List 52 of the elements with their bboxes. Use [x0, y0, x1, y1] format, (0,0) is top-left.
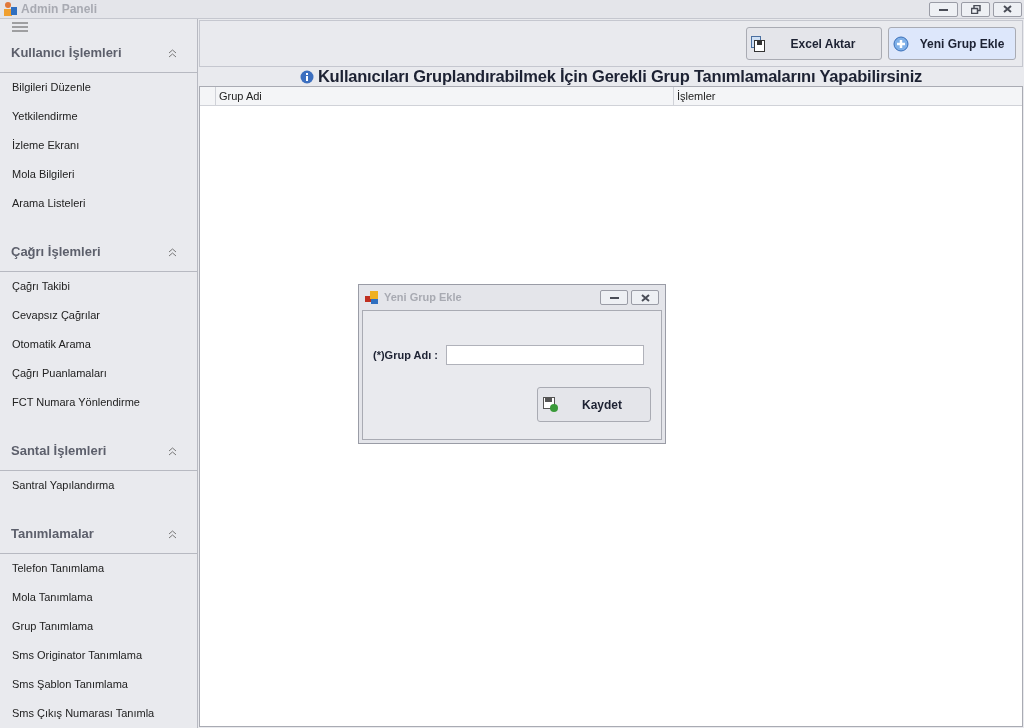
window-title: Admin Paneli [21, 1, 97, 18]
column-header[interactable]: Grup Adi [216, 87, 674, 105]
floppy-icon [751, 35, 765, 52]
sidebar-item[interactable]: Sms Originator Tanımlama [12, 647, 142, 664]
restore-icon [970, 4, 981, 14]
close-button[interactable] [631, 290, 659, 305]
sidebar-item[interactable]: Yetkilendirme [12, 108, 78, 125]
sidebar-item[interactable]: Otomatik Arama [12, 336, 91, 353]
group-name-field[interactable] [445, 345, 644, 365]
collapse-icon[interactable] [168, 446, 177, 456]
sidebar-item[interactable]: Sms Şablon Tanımlama [12, 676, 128, 693]
minimize-icon [939, 7, 948, 11]
save-button[interactable]: Kaydet [537, 387, 651, 422]
save-icon [543, 397, 558, 412]
page-heading: Kullanıcıları Gruplandırabilmek İçin Gerekli Grup Tanımlamalarını Yapabilirsiniz [317, 66, 923, 88]
section-title[interactable]: Santal İşlemleri [11, 441, 107, 461]
dialog-title: Yeni Grup Ekle [384, 290, 462, 306]
section-title[interactable]: Kullanıcı İşlemleri [11, 43, 122, 63]
add-group-button[interactable]: Yeni Grup Ekle [888, 27, 1016, 60]
sidebar-item[interactable]: Cevapsız Çağrılar [12, 307, 101, 324]
info-icon [299, 69, 314, 84]
section-title[interactable]: Çağrı İşlemleri [11, 242, 101, 262]
app-icon [2, 1, 18, 17]
sidebar-item[interactable]: Bilgileri Düzenle [12, 79, 91, 96]
sidebar-item[interactable]: Arama Listeleri [12, 195, 86, 212]
column-header[interactable]: İşlemler [674, 87, 1022, 105]
close-icon [640, 293, 650, 302]
minimize-button[interactable] [929, 1, 958, 17]
dialog-app-icon [365, 290, 379, 305]
field-label: (*)Grup Adı : [373, 347, 438, 363]
collapse-icon[interactable] [168, 529, 177, 539]
sidebar-item[interactable]: Çağrı Takibi [12, 278, 70, 295]
add-icon [893, 35, 909, 52]
sidebar-item[interactable]: Santral Yapılandırma [12, 477, 115, 494]
minimize-button[interactable] [600, 290, 628, 305]
sidebar-item[interactable]: Sms Çıkış Numarası Tanımla [12, 705, 155, 722]
menu-icon[interactable] [12, 21, 28, 32]
section-title[interactable]: Tanımlamalar [11, 524, 94, 544]
sidebar-item[interactable]: Mola Bilgileri [12, 166, 75, 183]
sidebar-item[interactable]: Grup Tanımlama [12, 618, 94, 635]
minimize-icon [609, 296, 619, 299]
sidebar-item[interactable]: Mola Tanımlama [12, 589, 93, 606]
collapse-icon[interactable] [168, 247, 177, 257]
sidebar-item[interactable]: Telefon Tanımlama [12, 560, 105, 577]
restore-button[interactable] [961, 1, 990, 17]
close-button[interactable] [993, 1, 1022, 17]
sidebar-item[interactable]: Çağrı Puanlamaları [12, 365, 107, 382]
export-button[interactable]: Excel Aktar [746, 27, 882, 60]
collapse-icon[interactable] [168, 48, 177, 58]
sidebar-item[interactable]: İzleme Ekranı [12, 137, 80, 154]
sidebar-item[interactable]: FCT Numara Yönlendirme [12, 394, 140, 411]
close-icon [1003, 5, 1012, 13]
